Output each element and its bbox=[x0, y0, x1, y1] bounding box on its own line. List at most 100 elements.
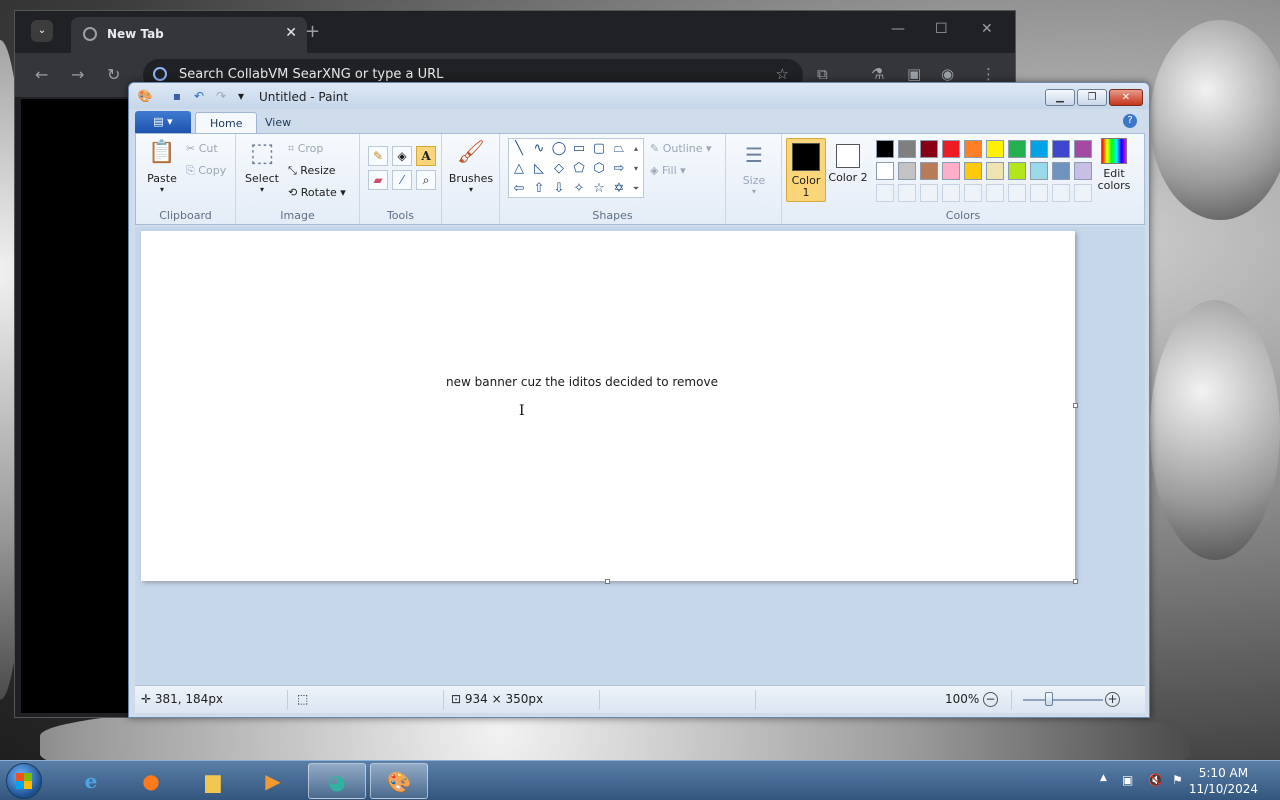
internet-explorer-icon[interactable]: e bbox=[62, 763, 120, 799]
rotate-button[interactable]: ⟲ Rotate ▾ bbox=[288, 184, 346, 202]
resize-handle-right[interactable] bbox=[1073, 403, 1078, 408]
palette-swatch[interactable] bbox=[1030, 184, 1048, 202]
palette-swatch[interactable] bbox=[876, 162, 894, 180]
customize-qat-icon[interactable]: ▾ bbox=[233, 89, 249, 103]
tab-new-tab[interactable]: New Tab ✕ bbox=[71, 17, 307, 53]
select-button[interactable]: ⬚ Select ▾ bbox=[242, 138, 282, 194]
palette-swatch[interactable] bbox=[920, 162, 938, 180]
outline-button[interactable]: ✎ Outline ▾ bbox=[650, 140, 712, 158]
resize-button[interactable]: ⤡ Resize bbox=[288, 162, 336, 180]
help-icon[interactable]: ? bbox=[1123, 114, 1137, 128]
palette-swatch[interactable] bbox=[986, 140, 1004, 158]
extensions-icon[interactable]: ⧉ bbox=[817, 65, 828, 83]
palette-swatch[interactable] bbox=[1030, 162, 1048, 180]
palette-swatch[interactable] bbox=[964, 140, 982, 158]
palette-swatch[interactable] bbox=[1052, 140, 1070, 158]
bookmark-star-icon[interactable]: ☆ bbox=[776, 65, 789, 83]
palette-swatch[interactable] bbox=[964, 162, 982, 180]
minimize-icon[interactable]: — bbox=[891, 21, 905, 37]
oval-shape-icon[interactable]: ◯ bbox=[549, 139, 569, 159]
palette-swatch[interactable] bbox=[1008, 184, 1026, 202]
palette-swatch[interactable] bbox=[1008, 140, 1026, 158]
media-player-icon[interactable]: ▶ bbox=[244, 763, 302, 799]
drawing-canvas[interactable]: new banner cuz the iditos decided to rem… bbox=[141, 231, 1075, 581]
palette-swatch[interactable] bbox=[876, 140, 894, 158]
start-button[interactable] bbox=[6, 763, 42, 799]
palette-swatch[interactable] bbox=[1008, 162, 1026, 180]
fill-button[interactable]: ◈ Fill ▾ bbox=[650, 162, 686, 180]
palette-swatch[interactable] bbox=[898, 140, 916, 158]
show-hidden-icons[interactable]: ▲ bbox=[1100, 773, 1107, 783]
palette-swatch[interactable] bbox=[1052, 184, 1070, 202]
file-explorer-icon[interactable]: ▆ bbox=[184, 763, 242, 799]
minimize-button[interactable]: ▁ bbox=[1045, 89, 1075, 106]
palette-swatch[interactable] bbox=[942, 140, 960, 158]
text-tool-icon[interactable]: A bbox=[416, 146, 436, 166]
volume-muted-icon[interactable]: 🔇 bbox=[1148, 773, 1163, 787]
palette-swatch[interactable] bbox=[898, 184, 916, 202]
system-clock[interactable]: 5:10 AM 11/10/2024 bbox=[1189, 765, 1258, 797]
zoom-slider-thumb[interactable] bbox=[1045, 692, 1053, 706]
up-arrow-shape-icon[interactable]: ⇧ bbox=[529, 179, 549, 199]
palette-swatch[interactable] bbox=[876, 184, 894, 202]
brushes-button[interactable]: 🖌 Brushes ▾ bbox=[446, 138, 496, 194]
crop-button[interactable]: ⌗ Crop bbox=[288, 140, 323, 158]
palette-swatch[interactable] bbox=[986, 184, 1004, 202]
palette-swatch[interactable] bbox=[1030, 140, 1048, 158]
hexagon-shape-icon[interactable]: ⬡ bbox=[589, 159, 609, 179]
maximize-icon[interactable]: ☐ bbox=[935, 21, 948, 37]
pentagon-shape-icon[interactable]: ⬠ bbox=[569, 159, 589, 179]
resize-handle-corner[interactable] bbox=[1073, 579, 1078, 584]
close-button[interactable]: ✕ bbox=[1109, 89, 1143, 106]
color2-button[interactable]: Color 2 bbox=[828, 138, 868, 202]
palette-swatch[interactable] bbox=[920, 184, 938, 202]
undo-icon[interactable]: ↶ bbox=[191, 89, 207, 103]
down-arrow-shape-icon[interactable]: ⇩ bbox=[549, 179, 569, 199]
restore-button[interactable]: ❐ bbox=[1077, 89, 1107, 106]
color1-button[interactable]: Color 1 bbox=[786, 138, 826, 202]
palette-swatch[interactable] bbox=[920, 140, 938, 158]
action-center-flag-icon[interactable]: ⚑ bbox=[1172, 773, 1183, 787]
chrome-taskbar-icon[interactable]: ◕ bbox=[308, 763, 366, 799]
new-tab-button[interactable]: + bbox=[305, 21, 320, 42]
triangle-shape-icon[interactable]: △ bbox=[509, 159, 529, 179]
curve-shape-icon[interactable]: ∿ bbox=[529, 139, 549, 159]
copy-button[interactable]: ⎘ Copy bbox=[186, 162, 226, 180]
network-icon[interactable]: ▣ bbox=[1122, 773, 1133, 787]
palette-swatch[interactable] bbox=[964, 184, 982, 202]
edit-colors-button[interactable]: Edit colors bbox=[1090, 138, 1138, 192]
redo-icon[interactable]: ↷ bbox=[213, 89, 229, 103]
cut-button[interactable]: ✂ Cut bbox=[186, 140, 218, 158]
left-arrow-shape-icon[interactable]: ⇦ bbox=[509, 179, 529, 199]
five-point-star-icon[interactable]: ☆ bbox=[589, 179, 609, 199]
palette-swatch[interactable] bbox=[942, 184, 960, 202]
rounded-rect-shape-icon[interactable]: ▢ bbox=[589, 139, 609, 159]
tab-view[interactable]: View bbox=[251, 112, 305, 133]
canvas-text[interactable]: new banner cuz the iditos decided to rem… bbox=[446, 375, 718, 389]
tab-close-icon[interactable]: ✕ bbox=[285, 25, 297, 41]
right-arrow-shape-icon[interactable]: ⇨ bbox=[609, 159, 629, 179]
palette-swatch[interactable] bbox=[1052, 162, 1070, 180]
size-button[interactable]: ☰ Size ▾ bbox=[732, 140, 776, 196]
tab-home[interactable]: Home bbox=[195, 112, 258, 133]
profile-avatar-icon[interactable]: ◉ bbox=[941, 65, 954, 83]
side-panel-icon[interactable]: ▣ bbox=[907, 65, 921, 83]
fill-bucket-icon[interactable]: ◈ bbox=[392, 146, 412, 166]
labs-flask-icon[interactable]: ⚗ bbox=[871, 65, 884, 83]
line-shape-icon[interactable]: ╲ bbox=[509, 139, 529, 159]
diamond-shape-icon[interactable]: ◇ bbox=[549, 159, 569, 179]
eraser-icon[interactable]: ▰ bbox=[368, 170, 388, 190]
forward-icon[interactable]: → bbox=[71, 65, 84, 84]
right-triangle-shape-icon[interactable]: ◺ bbox=[529, 159, 549, 179]
rectangle-shape-icon[interactable]: ▭ bbox=[569, 139, 589, 159]
zoom-out-button[interactable]: − bbox=[983, 692, 998, 707]
palette-swatch[interactable] bbox=[986, 162, 1004, 180]
magnifier-icon[interactable]: ⌕ bbox=[416, 170, 436, 190]
reload-icon[interactable]: ↻ bbox=[107, 65, 120, 84]
palette-swatch[interactable] bbox=[898, 162, 916, 180]
six-point-star-icon[interactable]: ✡ bbox=[609, 179, 629, 199]
tab-search-button[interactable]: ⌄ bbox=[31, 20, 53, 42]
paint-menu-button[interactable]: ▤ ▾ bbox=[135, 111, 191, 133]
polygon-shape-icon[interactable]: ⏢ bbox=[609, 139, 629, 159]
resize-handle-bottom[interactable] bbox=[605, 579, 610, 584]
